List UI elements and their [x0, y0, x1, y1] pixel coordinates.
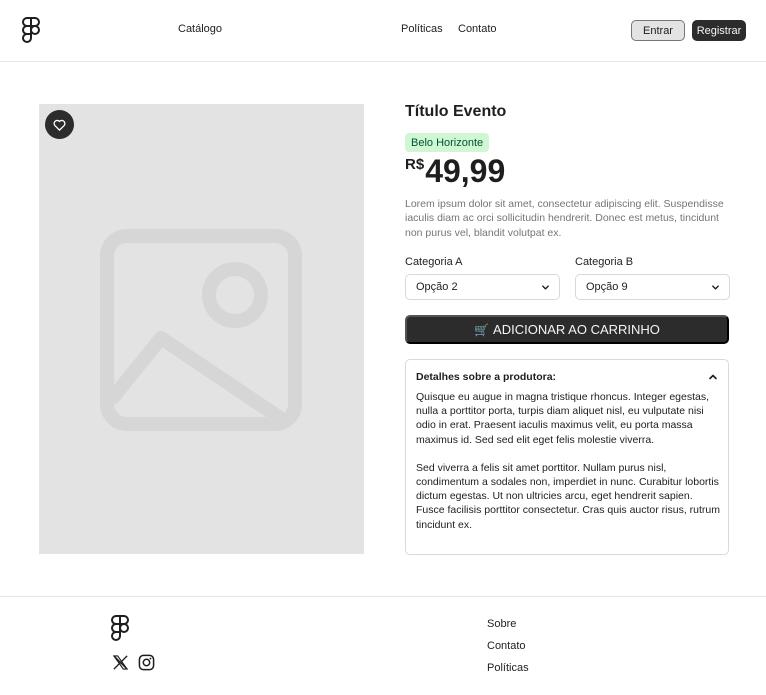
- image-placeholder-icon: [100, 229, 302, 431]
- x-twitter-icon[interactable]: [112, 654, 129, 671]
- nav-catalogo-link[interactable]: Catálogo: [178, 23, 222, 35]
- cart-icon: 🛒: [474, 322, 490, 337]
- heart-icon: [53, 119, 66, 131]
- event-title: Título Evento: [405, 103, 507, 120]
- nav-politicas-link[interactable]: Políticas: [401, 23, 443, 35]
- chevron-down-icon: [542, 285, 549, 290]
- favorite-button[interactable]: [45, 110, 74, 139]
- figma-logo-icon[interactable]: [111, 615, 129, 641]
- select-b-value: Opção 9: [586, 281, 628, 293]
- price-value: 49,99: [425, 153, 506, 189]
- figma-logo-icon[interactable]: [22, 17, 40, 43]
- footer-politicas-link[interactable]: Políticas: [487, 662, 529, 674]
- select-b[interactable]: Opção 9: [575, 274, 730, 300]
- register-button[interactable]: Registrar: [692, 20, 746, 41]
- product-description: Lorem ipsum dolor sit amet, consectetur …: [405, 198, 724, 239]
- details-paragraph: Quisque eu augue in magna tristique rhon…: [416, 391, 710, 446]
- accordion-title: Detalhes sobre a produtora:: [416, 371, 557, 383]
- price: R$ 49,99: [405, 152, 505, 190]
- select-a-label: Categoria A: [405, 256, 463, 268]
- chevron-up-icon[interactable]: [708, 372, 718, 382]
- producer-details-accordion: Detalhes sobre a produtora: Quisque eu a…: [405, 359, 729, 555]
- price-currency: R$: [405, 156, 425, 173]
- add-to-cart-label: ADICIONAR AO CARRINHO: [493, 322, 660, 337]
- footer-sobre-link[interactable]: Sobre: [487, 618, 516, 630]
- select-a-value: Opção 2: [416, 281, 458, 293]
- footer-contato-link[interactable]: Contato: [487, 640, 526, 652]
- select-a[interactable]: Opção 2: [405, 274, 560, 300]
- site-footer: Sobre Contato Políticas: [0, 596, 766, 695]
- accordion-body: Quisque eu augue in magna tristique rhon…: [416, 390, 721, 532]
- login-button[interactable]: Entrar: [631, 20, 685, 41]
- select-b-label: Categoria B: [575, 256, 634, 268]
- chevron-down-icon: [712, 285, 719, 290]
- nav-contato-link[interactable]: Contato: [458, 23, 497, 35]
- add-to-cart-button[interactable]: 🛒 ADICIONAR AO CARRINHO: [405, 315, 729, 344]
- instagram-icon[interactable]: [138, 654, 155, 671]
- site-header: Catálogo Políticas Contato Entrar Regist…: [0, 0, 766, 62]
- product-image: [39, 104, 364, 554]
- details-paragraph: Sed viverra a felis sit amet porttitor. …: [416, 461, 721, 531]
- location-tag: Belo Horizonte: [405, 133, 490, 152]
